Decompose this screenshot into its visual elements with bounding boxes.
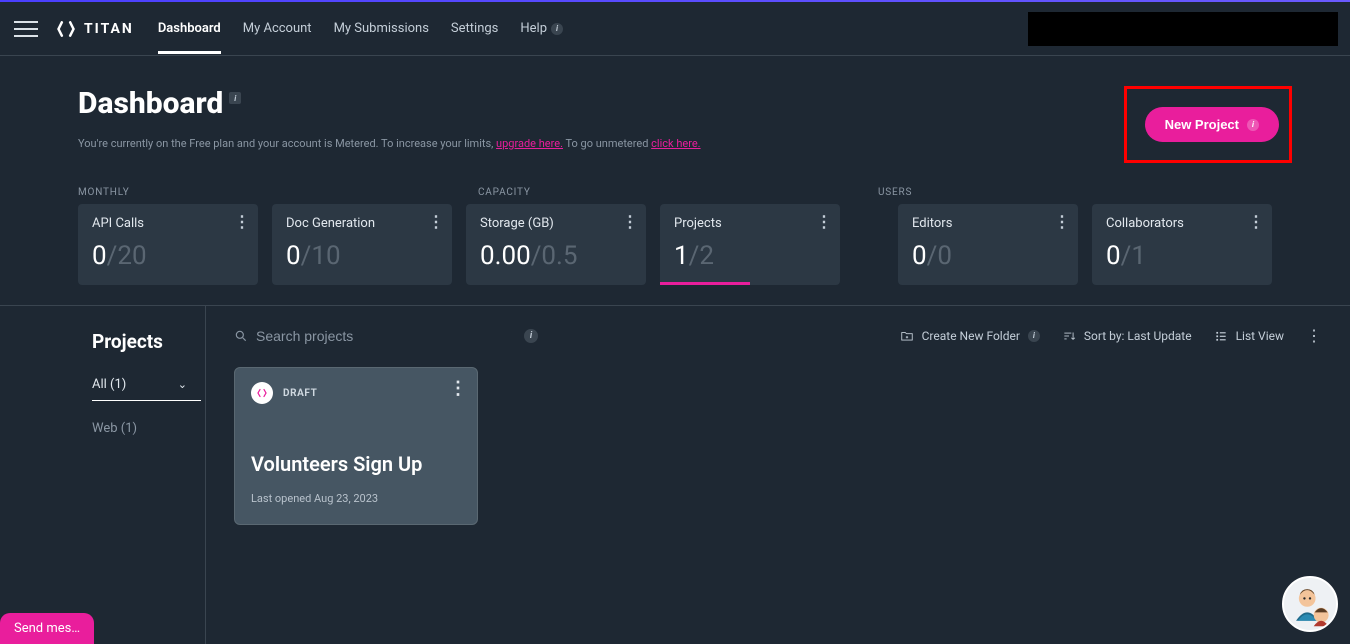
sidebar-title: Projects — [92, 330, 205, 353]
folder-plus-icon — [900, 329, 914, 343]
stat-card-projects: ⋮ Projects 1/2 — [660, 204, 840, 285]
more-icon[interactable]: ⋮ — [1306, 326, 1322, 345]
stat-title: API Calls — [92, 216, 244, 231]
sort-icon — [1062, 329, 1076, 343]
stat-card-collaborators: ⋮ Collaborators 0/1 — [1092, 204, 1272, 285]
search-input[interactable] — [256, 328, 436, 344]
stat-value: 0/0 — [912, 241, 1064, 271]
more-icon[interactable]: ⋮ — [428, 212, 444, 231]
stat-title: Editors — [912, 216, 1064, 231]
project-card[interactable]: ⋮ DRAFT Volunteers Sign Up Last opened A… — [234, 367, 478, 525]
hamburger-menu-icon[interactable] — [14, 17, 38, 41]
more-icon[interactable]: ⋮ — [234, 212, 250, 231]
stat-value: 1/2 — [674, 241, 826, 271]
project-status: DRAFT — [283, 388, 317, 399]
header: TITAN Dashboard My Account My Submission… — [0, 2, 1350, 56]
stat-card-editors: ⋮ Editors 0/0 — [898, 204, 1078, 285]
info-icon: i — [1247, 119, 1259, 131]
sort-button[interactable]: Sort by: Last Update — [1062, 329, 1192, 343]
nav-tabs: Dashboard My Account My Submissions Sett… — [158, 3, 563, 54]
nav-tab-settings[interactable]: Settings — [451, 3, 498, 54]
list-view-button[interactable]: List View — [1214, 329, 1284, 343]
stat-title: Doc Generation — [286, 216, 438, 231]
list-icon — [1214, 329, 1228, 343]
info-icon[interactable]: i — [229, 92, 241, 104]
nav-tab-my-submissions[interactable]: My Submissions — [334, 3, 429, 54]
new-project-button[interactable]: New Project i — [1145, 107, 1279, 142]
stat-card-api-calls: ⋮ API Calls 0/20 — [78, 204, 258, 285]
support-avatar[interactable] — [1282, 576, 1338, 632]
more-icon[interactable]: ⋮ — [1248, 212, 1264, 231]
logo-mark-icon — [56, 19, 76, 39]
page-title: Dashboard — [78, 86, 223, 121]
create-folder-button[interactable]: Create New Folder i — [900, 329, 1040, 343]
more-icon[interactable]: ⋮ — [622, 212, 638, 231]
section-label-capacity: CAPACITY — [478, 187, 878, 198]
section-label-monthly: MONTHLY — [78, 187, 478, 198]
stat-value: 0.00/0.5 — [480, 241, 632, 271]
info-icon: i — [551, 23, 563, 35]
stat-title: Collaborators — [1106, 216, 1258, 231]
more-icon[interactable]: ⋮ — [1054, 212, 1070, 231]
stat-value: 0/20 — [92, 241, 244, 271]
nav-tab-my-account[interactable]: My Account — [243, 3, 312, 54]
plan-subtext: You're currently on the Free plan and yo… — [78, 137, 701, 150]
more-icon[interactable]: ⋮ — [816, 212, 832, 231]
info-icon[interactable]: i — [524, 329, 538, 343]
section-label-users: USERS — [878, 187, 1272, 198]
stat-card-storage: ⋮ Storage (GB) 0.00/0.5 — [466, 204, 646, 285]
upgrade-link[interactable]: upgrade here. — [496, 137, 563, 150]
chat-send-chip[interactable]: Send mes… — [0, 613, 94, 644]
new-project-highlight: New Project i — [1124, 86, 1292, 163]
sidebar-item-web[interactable]: Web (1) — [92, 421, 205, 436]
stat-value: 0/1 — [1106, 241, 1258, 271]
sidebar-filter-all[interactable]: All (1) ⌄ — [92, 377, 201, 401]
stat-card-doc-generation: ⋮ Doc Generation 0/10 — [272, 204, 452, 285]
info-icon: i — [1028, 330, 1040, 342]
stat-title: Storage (GB) — [480, 216, 632, 231]
project-title: Volunteers Sign Up — [251, 452, 461, 476]
projects-toolbar: i Create New Folder i Sort by: Last Upda… — [234, 326, 1322, 345]
brand-name: TITAN — [84, 21, 134, 37]
projects-sidebar: Projects All (1) ⌄ Web (1) — [0, 306, 206, 644]
chevron-down-icon: ⌄ — [178, 378, 187, 391]
brand-logo[interactable]: TITAN — [56, 19, 134, 39]
project-subtitle: Last opened Aug 23, 2023 — [251, 492, 461, 505]
nav-tab-help[interactable]: Helpi — [520, 3, 563, 54]
stat-title: Projects — [674, 216, 826, 231]
stat-value: 0/10 — [286, 241, 438, 271]
stats-row: ⋮ API Calls 0/20 ⋮ Doc Generation 0/10 ⋮… — [0, 204, 1350, 285]
header-user-area[interactable] — [1028, 12, 1338, 46]
search-icon — [234, 329, 248, 343]
nav-tab-dashboard[interactable]: Dashboard — [158, 3, 221, 54]
unmetered-link[interactable]: click here. — [651, 137, 700, 150]
project-type-icon — [251, 382, 273, 404]
more-icon[interactable]: ⋮ — [449, 378, 467, 399]
